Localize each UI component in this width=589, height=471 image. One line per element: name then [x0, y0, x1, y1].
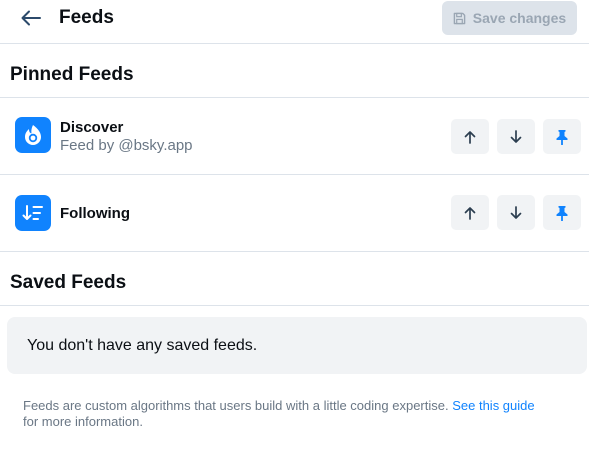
- pinned-feed-row-following[interactable]: Following: [0, 175, 589, 251]
- feeds-info-note: Feeds are custom algorithms that users b…: [23, 398, 583, 430]
- empty-state-text: You don't have any saved feeds.: [27, 337, 258, 354]
- discover-feed-icon: [15, 117, 51, 153]
- arrow-up-icon: [464, 130, 476, 144]
- header-bar: Feeds Save changes: [0, 0, 589, 44]
- back-button[interactable]: [16, 4, 46, 32]
- following-feed-icon: [15, 195, 51, 231]
- see-this-guide-link[interactable]: See this guide: [452, 398, 534, 413]
- arrow-up-icon: [464, 206, 476, 220]
- arrow-left-icon: [21, 10, 41, 26]
- save-changes-label: Save changes: [472, 10, 567, 26]
- floppy-disk-icon: [453, 12, 466, 24]
- move-down-button[interactable]: [497, 195, 535, 230]
- info-text-continued: for more information.: [23, 414, 143, 429]
- move-up-button[interactable]: [451, 195, 489, 230]
- arrow-down-icon: [510, 205, 522, 219]
- feed-name: Discover: [60, 119, 124, 136]
- info-text: Feeds are custom algorithms that users b…: [23, 398, 449, 413]
- feed-name: Following: [60, 205, 130, 222]
- saved-feeds-heading: Saved Feeds: [10, 272, 127, 293]
- saved-feeds-empty-state: You don't have any saved feeds.: [7, 317, 587, 374]
- pin-icon: [556, 205, 568, 221]
- save-changes-button[interactable]: Save changes: [442, 1, 577, 35]
- move-up-button[interactable]: [451, 119, 489, 154]
- unpin-button[interactable]: [543, 119, 581, 154]
- divider: [0, 251, 589, 252]
- move-down-button[interactable]: [497, 119, 535, 154]
- pinned-feeds-heading: Pinned Feeds: [10, 64, 134, 85]
- pin-icon: [556, 129, 568, 145]
- unpin-button[interactable]: [543, 195, 581, 230]
- page-title: Feeds: [59, 7, 114, 28]
- divider: [0, 305, 589, 306]
- arrow-down-icon: [510, 129, 522, 143]
- feed-creator: Feed by @bsky.app: [60, 137, 193, 154]
- pinned-feed-row-discover[interactable]: Discover Feed by @bsky.app: [0, 98, 589, 174]
